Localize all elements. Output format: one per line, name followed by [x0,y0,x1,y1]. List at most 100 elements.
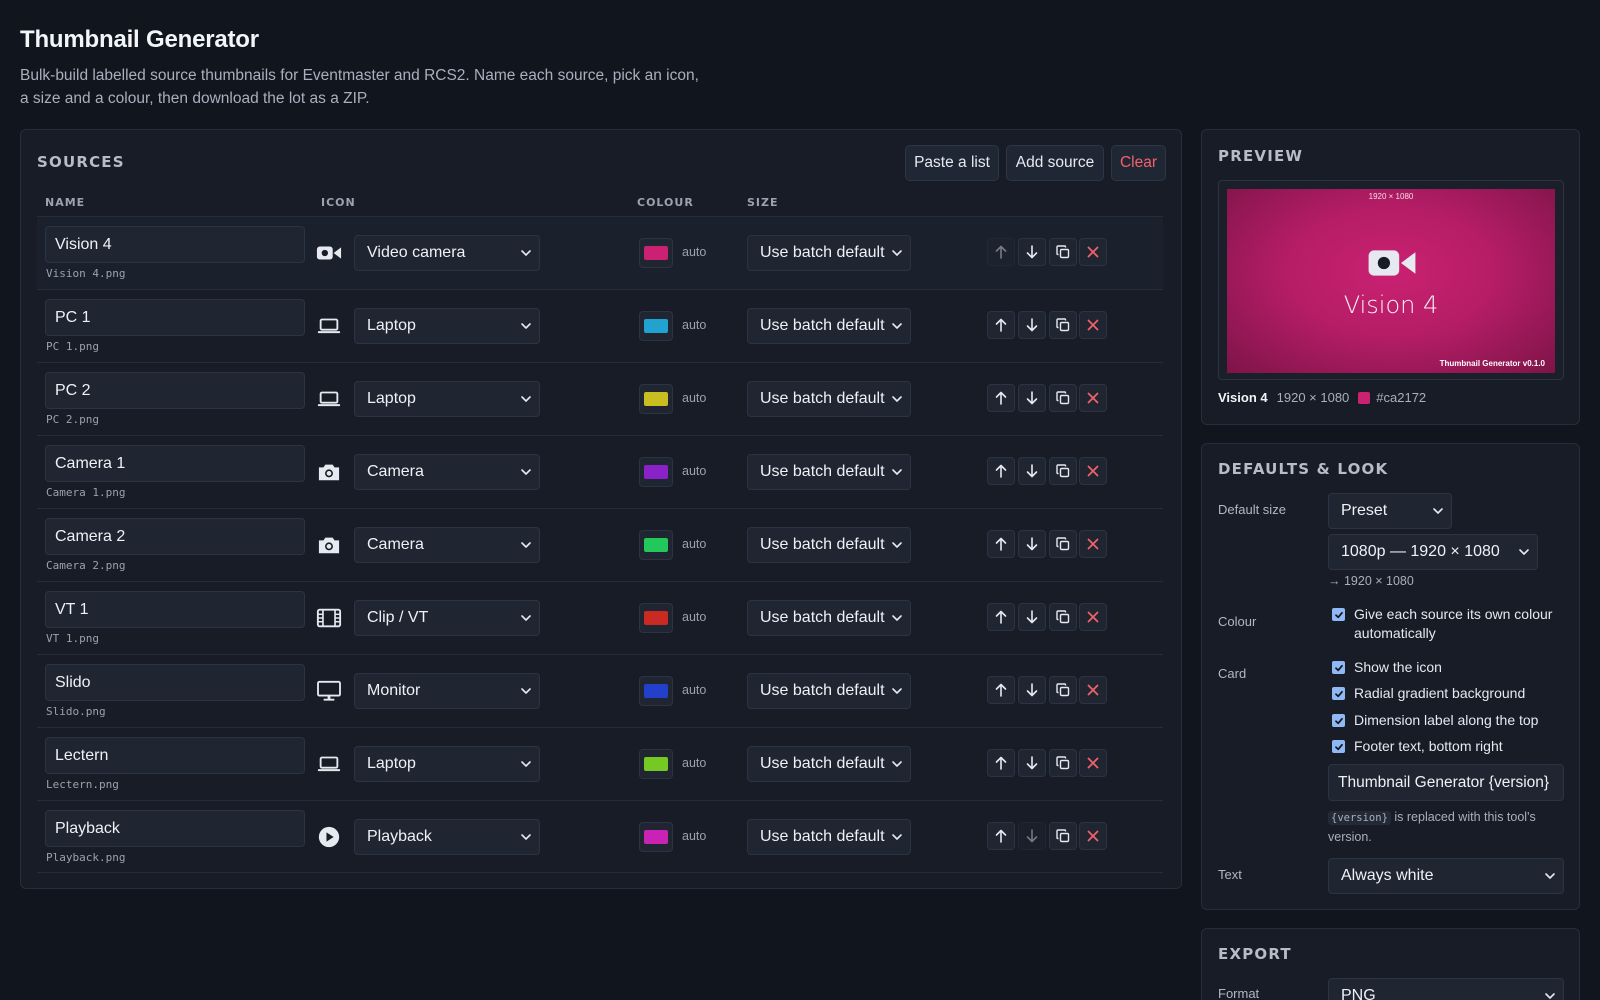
duplicate-button[interactable] [1049,311,1077,339]
duplicate-button[interactable] [1049,603,1077,631]
remove-button[interactable] [1079,457,1107,485]
colour-swatch[interactable] [639,238,673,268]
size-select-value: Use batch default [760,609,885,626]
size-mode-select[interactable]: Preset [1328,493,1452,529]
move-up-button[interactable] [987,384,1015,412]
move-down-button[interactable] [1018,603,1046,631]
colour-swatch[interactable] [639,603,673,633]
source-name-input[interactable]: PC 2 [45,372,305,409]
size-select[interactable]: Use batch default [747,819,911,855]
icon-select[interactable]: Playback [354,819,540,855]
duplicate-icon [1056,756,1070,770]
footer-text-input[interactable]: Thumbnail Generator {version} [1328,764,1564,801]
move-down-button[interactable] [1018,676,1046,704]
format-select[interactable]: PNG [1328,978,1564,1000]
duplicate-button[interactable] [1049,822,1077,850]
icon-select[interactable]: Video camera [354,235,540,271]
colour-swatch-fill [644,319,668,333]
source-name-input[interactable]: Vision 4 [45,226,305,263]
footer-hint: {version} is replaced with this tool's v… [1328,808,1568,847]
move-up-button[interactable] [987,530,1015,558]
source-name-input[interactable]: Slido [45,664,305,701]
move-up-button[interactable] [987,603,1015,631]
column-header-name: NAME [45,196,86,209]
colour-swatch[interactable] [639,530,673,560]
arrow-up-icon [995,245,1007,259]
clear-button[interactable]: Clear [1111,145,1166,181]
remove-button[interactable] [1079,822,1107,850]
size-select[interactable]: Use batch default [747,308,911,344]
size-select[interactable]: Use batch default [747,381,911,417]
source-name-input[interactable]: VT 1 [45,591,305,628]
close-icon [1087,246,1099,258]
move-down-button[interactable] [1018,822,1046,850]
icon-select[interactable]: Laptop [354,381,540,417]
remove-button[interactable] [1079,749,1107,777]
radial-gradient-checkbox[interactable]: Radial gradient background [1332,684,1525,703]
colour-swatch[interactable] [639,457,673,487]
move-up-button[interactable] [987,749,1015,777]
source-name-input[interactable]: Camera 1 [45,445,305,482]
chevron-down-icon [521,761,531,767]
move-down-button[interactable] [1018,238,1046,266]
remove-button[interactable] [1079,238,1107,266]
icon-select[interactable]: Laptop [354,308,540,344]
colour-swatch[interactable] [639,749,673,779]
arrow-up-icon [995,829,1007,843]
colour-swatch[interactable] [639,311,673,341]
remove-button[interactable] [1079,384,1107,412]
move-down-button[interactable] [1018,457,1046,485]
move-up-button[interactable] [987,676,1015,704]
remove-button[interactable] [1079,530,1107,558]
colour-swatch[interactable] [639,384,673,414]
footer-text-checkbox[interactable]: Footer text, bottom right [1332,737,1503,756]
show-icon-checkbox[interactable]: Show the icon [1332,658,1442,677]
size-select[interactable]: Use batch default [747,746,911,782]
duplicate-button[interactable] [1049,676,1077,704]
move-down-button[interactable] [1018,530,1046,558]
duplicate-button[interactable] [1049,457,1077,485]
icon-select[interactable]: Camera [354,527,540,563]
source-name-input[interactable]: Playback [45,810,305,847]
icon-select[interactable]: Camera [354,454,540,490]
laptop-icon [315,313,343,339]
source-row: Camera 2 Camera 2.png Camera auto Use ba… [37,508,1163,581]
text-colour-select[interactable]: Always white [1328,858,1564,894]
move-up-button[interactable] [987,457,1015,485]
source-name-value: Playback [55,819,120,837]
dimension-label-checkbox[interactable]: Dimension label along the top [1332,711,1538,730]
size-select[interactable]: Use batch default [747,454,911,490]
move-up-button[interactable] [987,238,1015,266]
size-select[interactable]: Use batch default [747,673,911,709]
source-name-input[interactable]: Lectern [45,737,305,774]
source-row: Lectern Lectern.png Laptop auto Use batc… [37,727,1163,800]
move-up-button[interactable] [987,822,1015,850]
move-down-button[interactable] [1018,749,1046,777]
size-preset-select[interactable]: 1080p — 1920 × 1080 [1328,534,1538,570]
move-down-button[interactable] [1018,384,1046,412]
add-source-button[interactable]: Add source [1006,145,1104,181]
duplicate-button[interactable] [1049,749,1077,777]
remove-button[interactable] [1079,311,1107,339]
icon-select-value: Monitor [367,682,421,699]
colour-swatch[interactable] [639,822,673,852]
duplicate-button[interactable] [1049,530,1077,558]
colour-swatch[interactable] [639,676,673,706]
duplicate-button[interactable] [1049,238,1077,266]
source-name-input[interactable]: PC 1 [45,299,305,336]
remove-button[interactable] [1079,676,1107,704]
size-select[interactable]: Use batch default [747,235,911,271]
move-down-button[interactable] [1018,311,1046,339]
source-name-input[interactable]: Camera 2 [45,518,305,555]
icon-select[interactable]: Monitor [354,673,540,709]
paste-list-button[interactable]: Paste a list [905,145,999,181]
icon-select[interactable]: Clip / VT [354,600,540,636]
remove-button[interactable] [1079,603,1107,631]
move-up-button[interactable] [987,311,1015,339]
size-select[interactable]: Use batch default [747,600,911,636]
auto-colour-checkbox[interactable]: Give each source its own colour automati… [1332,605,1572,643]
size-select[interactable]: Use batch default [747,527,911,563]
arrow-down-icon [1026,537,1038,551]
icon-select[interactable]: Laptop [354,746,540,782]
duplicate-button[interactable] [1049,384,1077,412]
